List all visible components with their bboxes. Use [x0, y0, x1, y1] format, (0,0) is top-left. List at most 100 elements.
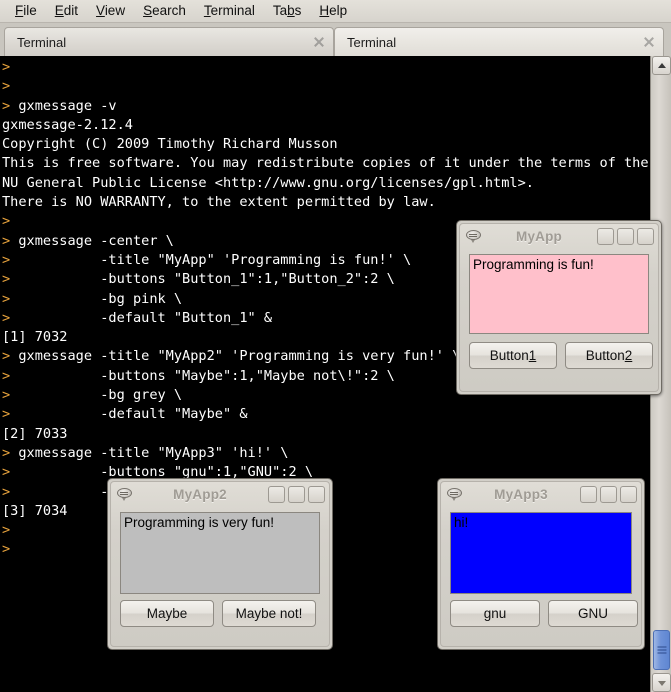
dialog-title: MyApp2 — [173, 487, 227, 502]
shell-prompt: > — [2, 483, 11, 500]
menu-mnemonic: b — [287, 3, 295, 18]
shell-prompt: > — [2, 59, 11, 75]
minimize-button[interactable] — [597, 228, 614, 245]
dialog-message-text: Programming is very fun! — [124, 515, 275, 530]
minimize-button[interactable] — [580, 486, 597, 503]
close-icon[interactable] — [311, 34, 327, 50]
dialog-title: MyApp — [516, 229, 562, 244]
menu-mnemonic: E — [54, 3, 64, 18]
terminal-line: gxmessage-2.12.4 — [2, 116, 133, 133]
speech-bubble-icon[interactable] — [117, 487, 132, 502]
dialog-button-maybe[interactable]: Maybe — [120, 600, 214, 627]
menu-mnemonic: H — [319, 3, 330, 18]
menu-bar: File Edit View Search Terminal Tabs Help — [0, 0, 671, 23]
close-button[interactable] — [637, 228, 654, 245]
scroll-down-glyph — [657, 680, 666, 686]
dialog-myapp[interactable]: MyApp Programming is fun! Button 1 Button 2 — [456, 220, 662, 395]
dialog-message-text: Programming is fun! — [473, 257, 594, 272]
button-mnemonic: 2 — [624, 348, 633, 363]
menu-mnemonic: S — [143, 3, 153, 18]
dialog-title: MyApp3 — [494, 487, 548, 502]
dialog-message-text: hi! — [454, 515, 469, 530]
terminal-line: > -default "Maybe" & — [2, 406, 248, 423]
speech-bubble-icon[interactable] — [447, 487, 462, 502]
shell-prompt: > — [2, 271, 11, 288]
window-controls — [580, 486, 637, 503]
menu-item-edit[interactable]: Edit — [46, 1, 87, 21]
scrollbar-grip-icon — [657, 645, 666, 656]
terminal-line: NU General Public License <http://www.gn… — [2, 174, 534, 191]
dialog-body: MyApp2 Programming is very fun! Maybe Maybe… — [110, 481, 330, 647]
shell-prompt: > — [2, 78, 11, 95]
shell-prompt: > — [2, 387, 11, 404]
dialog-button-button2[interactable]: Button 2 — [565, 342, 653, 369]
shell-prompt: > — [2, 251, 11, 268]
menu-item-help[interactable]: Help — [310, 1, 356, 21]
shell-prompt: > — [2, 309, 11, 326]
dialog-message-area[interactable]: hi! — [450, 512, 632, 594]
speech-bubble-icon[interactable] — [466, 229, 481, 244]
shell-prompt: > — [2, 348, 11, 365]
menu-item-view[interactable]: View — [87, 1, 134, 21]
menu-mnemonic: V — [96, 3, 105, 18]
menu-mnemonic: F — [15, 3, 24, 18]
shell-prompt: > — [2, 444, 11, 461]
shell-prompt: > — [2, 406, 11, 423]
tab-terminal-1[interactable]: Terminal — [334, 27, 664, 56]
maximize-button[interactable] — [617, 228, 634, 245]
terminal-line: There is NO WARRANTY, to the extent perm… — [2, 194, 436, 211]
scrollbar-thumb[interactable] — [653, 630, 670, 670]
shell-prompt: > — [2, 541, 11, 558]
tab-label: Terminal — [347, 34, 397, 50]
terminal-line: > — [2, 77, 665, 96]
scroll-up-arrow-icon[interactable] — [652, 56, 671, 75]
terminal-line: > gxmessage -v — [2, 97, 117, 114]
maximize-button[interactable] — [288, 486, 305, 503]
shell-prompt: > — [2, 290, 11, 307]
dialog-button-row: Button 1 Button 2 — [469, 342, 653, 369]
menu-item-tabs[interactable]: Tabs — [264, 1, 311, 21]
dialog-body: MyApp3 hi! gnu GNU — [440, 481, 642, 647]
shell-prompt: > — [2, 464, 11, 481]
shell-prompt: > — [2, 213, 11, 230]
terminal-line: > gxmessage -title "MyApp3" 'hi!' \ — [2, 444, 289, 461]
terminal-line: This is free software. You may redistrib… — [2, 155, 665, 172]
dialog-titlebar[interactable]: MyApp2 — [111, 482, 329, 507]
dialog-button-row: Maybe Maybe not! — [120, 600, 316, 627]
tab-label: Terminal — [17, 34, 67, 50]
scroll-up-glyph — [657, 62, 666, 68]
scroll-down-arrow-icon[interactable] — [652, 673, 671, 692]
shell-prompt: > — [2, 97, 11, 114]
dialog-body: MyApp Programming is fun! Button 1 Button 2 — [459, 223, 659, 392]
dialog-myapp2[interactable]: MyApp2 Programming is very fun! Maybe Maybe… — [107, 478, 333, 650]
dialog-button-row: gnu GNU — [450, 600, 638, 627]
terminal-line: Copyright (C) 2009 Timothy Richard Musso… — [2, 136, 338, 153]
terminal-line: [2] 7033 — [2, 425, 68, 442]
close-button[interactable] — [620, 486, 637, 503]
menu-item-terminal[interactable]: Terminal — [195, 1, 264, 21]
close-icon[interactable] — [641, 34, 657, 50]
menu-item-search[interactable]: Search — [134, 1, 195, 21]
window-controls — [268, 486, 325, 503]
maximize-button[interactable] — [600, 486, 617, 503]
terminal-window: File Edit View Search Terminal Tabs Help Termi… — [0, 0, 671, 692]
shell-prompt: > — [2, 367, 11, 384]
shell-prompt: > — [2, 232, 11, 249]
dialog-message-area[interactable]: Programming is very fun! — [120, 512, 320, 594]
menu-item-file[interactable]: File — [6, 1, 46, 21]
tab-strip: Terminal Terminal — [0, 23, 671, 56]
dialog-titlebar[interactable]: MyApp3 — [441, 482, 641, 507]
dialog-myapp3[interactable]: MyApp3 hi! gnu GNU — [437, 478, 645, 650]
dialog-button-gnu[interactable]: GNU — [548, 600, 638, 627]
terminal-line: > — [2, 58, 665, 77]
dialog-titlebar[interactable]: MyApp — [460, 224, 658, 249]
dialog-message-area[interactable]: Programming is fun! — [469, 254, 649, 334]
shell-prompt: > — [2, 522, 11, 539]
dialog-button-gnu[interactable]: gnu — [450, 600, 540, 627]
close-button[interactable] — [308, 486, 325, 503]
dialog-button-maybe-not[interactable]: Maybe not! — [222, 600, 316, 627]
window-controls — [597, 228, 654, 245]
minimize-button[interactable] — [268, 486, 285, 503]
dialog-button-button1[interactable]: Button 1 — [469, 342, 557, 369]
tab-terminal-0[interactable]: Terminal — [4, 27, 334, 56]
